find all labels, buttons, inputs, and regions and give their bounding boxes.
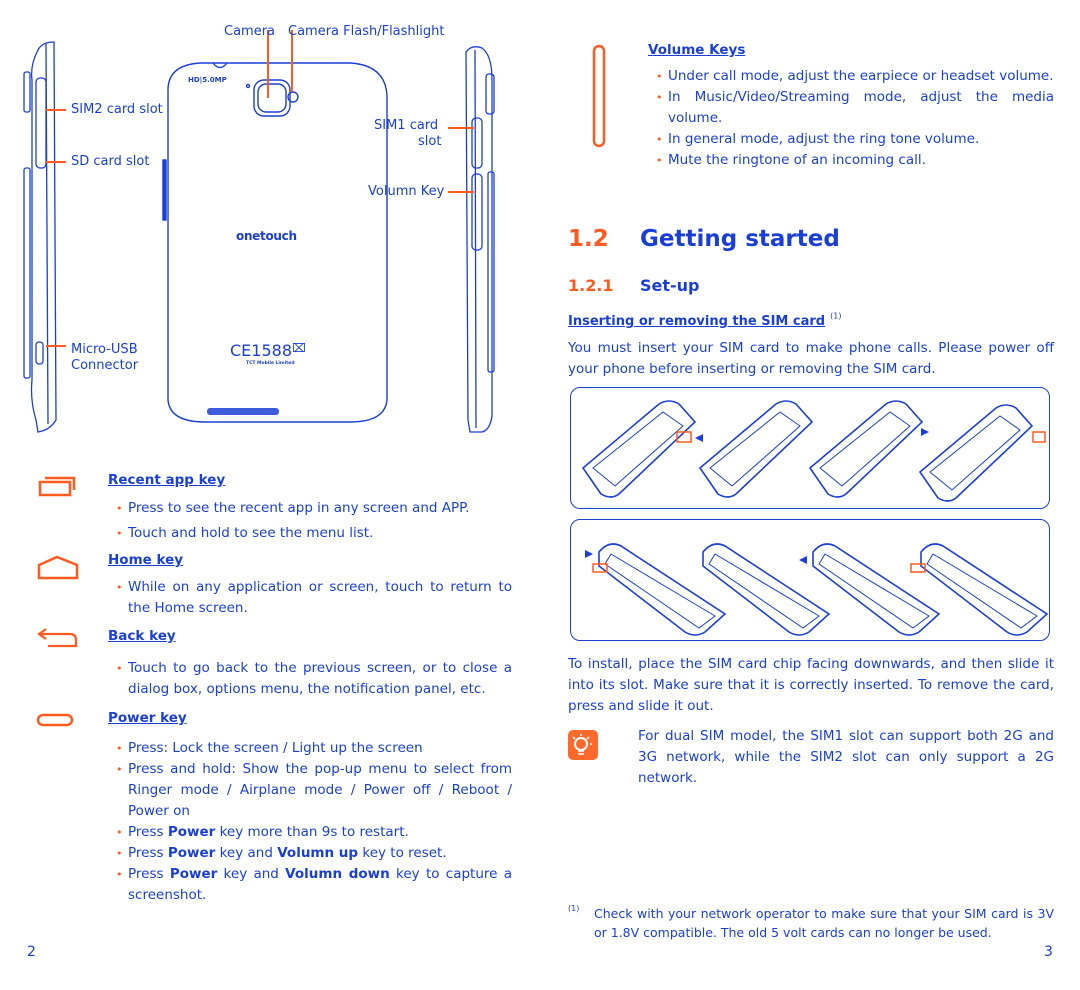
- footnote-text: Check with your network operator to make…: [594, 906, 1054, 940]
- bullet: Press Power key and Volumn down key to c…: [116, 864, 512, 906]
- home-key-title: Home key: [108, 552, 184, 568]
- bullet: Touch to go back to the previous screen,…: [116, 658, 512, 700]
- sim-remove-illustration: [570, 519, 1050, 641]
- volume-keys-bullets: Under call mode, adjust the earpiece or …: [656, 66, 1054, 171]
- back-key-bullets: Touch to go back to the previous screen,…: [116, 658, 512, 700]
- sim-heading: Inserting or removing the SIM card (1): [568, 310, 842, 329]
- bullet: Mute the ringtone of an incoming call.: [656, 150, 1054, 171]
- bullet: While on any application or screen, touc…: [116, 577, 512, 619]
- bullet: Press to see the recent app in any scree…: [116, 496, 512, 521]
- bullet: Press Power key and Volumn up key to res…: [116, 843, 512, 864]
- footnote-marker: (1): [568, 904, 580, 913]
- sim-insert-illustration: [570, 387, 1050, 509]
- power-key-bullets: Press: Lock the screen / Light up the sc…: [116, 738, 512, 906]
- page-number-right: 3: [1044, 944, 1053, 960]
- volume-keys-title: Volume Keys: [648, 42, 746, 58]
- phone-right-side-view: [465, 46, 495, 433]
- label-volume-key: Volumn Key: [368, 184, 445, 199]
- section-heading: 1.2 Getting started: [568, 226, 840, 252]
- bullet: Press Power key more than 9s to restart.: [116, 822, 512, 843]
- label-camera-flash: Camera Flash/Flashlight: [288, 24, 445, 39]
- volume-key-icon: [592, 44, 606, 148]
- ce-marking: CE1588: [230, 341, 292, 360]
- recent-app-key-bullets: Press to see the recent app in any scree…: [116, 496, 512, 546]
- sim-heading-text: Inserting or removing the SIM card: [568, 314, 826, 329]
- recent-apps-icon: [38, 476, 76, 497]
- bullet: In general mode, adjust the ring tone vo…: [656, 129, 1054, 150]
- lightbulb-tip-icon: [568, 730, 598, 760]
- bullet: Touch and hold to see the menu list.: [116, 521, 512, 546]
- page-number-left: 2: [27, 944, 36, 960]
- back-icon: [37, 628, 78, 648]
- label-usb-1: Micro-USB: [71, 342, 138, 357]
- sim-remove-steps-drawing: [585, 543, 1049, 636]
- phone-left-side-view: [23, 41, 57, 433]
- label-usb-2: Connector: [71, 358, 139, 373]
- brand-logo: onetouch: [236, 229, 297, 243]
- home-key-bullets: While on any application or screen, touc…: [116, 577, 512, 619]
- home-icon: [37, 555, 79, 580]
- label-camera: Camera: [224, 24, 276, 39]
- sim-insert-steps-drawing: [581, 400, 1046, 502]
- sim-heading-footnote-ref: (1): [830, 311, 842, 321]
- label-sim1-slot-2: slot: [418, 134, 442, 149]
- phone-diagram: HD|5.0MP onetouch CE1588 ⌧ TCT Mobile Li…: [20, 20, 520, 440]
- bullet: Under call mode, adjust the earpiece or …: [656, 66, 1054, 87]
- sim-install-paragraph: To install, place the SIM card chip faci…: [568, 656, 1054, 714]
- subsection-title: Set-up: [640, 276, 700, 295]
- weee-icon: ⌧: [292, 341, 306, 355]
- label-sim1-slot-1: SIM1 card: [374, 118, 439, 133]
- label-sd-slot: SD card slot: [71, 154, 150, 169]
- speaker-grille: [207, 408, 279, 415]
- tip-text: For dual SIM model, the SIM1 slot can su…: [638, 728, 1054, 786]
- power-key-icon: [36, 713, 74, 727]
- bullet: In Music/Video/Streaming mode, adjust th…: [656, 87, 1054, 129]
- recent-app-key-title: Recent app key: [108, 472, 226, 488]
- back-key-title: Back key: [108, 628, 176, 644]
- bullet: Press: Lock the screen / Light up the sc…: [116, 738, 512, 759]
- manufacturer-marking: TCT Mobile Limited: [246, 361, 295, 366]
- hd-camera-marking: HD|5.0MP: [188, 76, 227, 84]
- subsection-heading: 1.2.1 Set-up: [568, 276, 700, 295]
- section-title: Getting started: [640, 226, 840, 252]
- section-number: 1.2: [568, 226, 609, 252]
- power-key-title: Power key: [108, 710, 187, 726]
- bullet: Press and hold: Show the pop-up menu to …: [116, 759, 512, 822]
- label-sim2-slot: SIM2 card slot: [71, 102, 163, 117]
- sim-intro-paragraph: You must insert your SIM card to make ph…: [568, 340, 1054, 377]
- subsection-number: 1.2.1: [568, 276, 614, 295]
